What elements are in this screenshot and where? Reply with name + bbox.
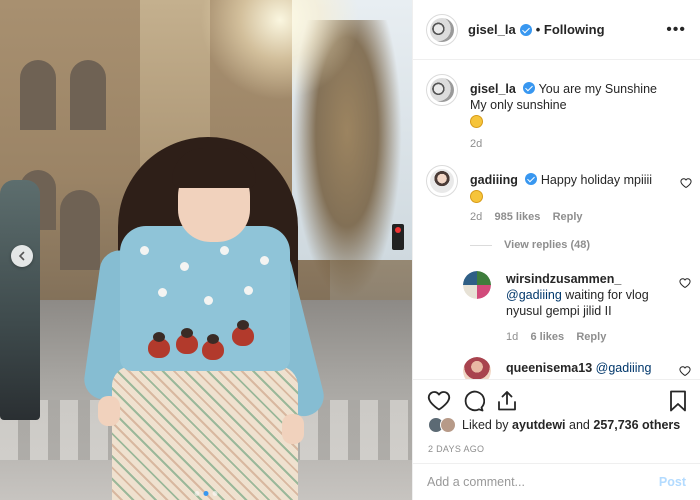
caption-time[interactable]: 2d (470, 138, 482, 150)
girl-bangs (172, 148, 256, 188)
photo-traffic-light (392, 224, 404, 250)
carousel-indicator (194, 491, 218, 496)
reply-meta: 1d 6 likes Reply (506, 331, 606, 343)
sun-emoji-icon (470, 115, 483, 128)
liked-by-prefix: Liked by (462, 418, 509, 432)
heart-icon[interactable] (679, 365, 691, 377)
replier-avatar[interactable] (463, 271, 491, 299)
smile-emoji-icon (470, 190, 483, 203)
comment-time[interactable]: 2d (470, 211, 482, 223)
verified-badge-icon (523, 82, 536, 94)
comment-meta: 2d 985 likes Reply (470, 211, 583, 223)
carousel-dot (194, 491, 200, 496)
mention-link[interactable]: @gadiiing (506, 288, 562, 302)
comments-list[interactable]: gisel_la You are my Sunshine My only sun… (413, 61, 700, 379)
replier-username[interactable]: queenisema13 (506, 361, 592, 375)
carousel-prev-button[interactable] (11, 245, 33, 267)
girl-right-hand (282, 414, 304, 444)
carousel-dot (212, 491, 218, 496)
chevron-left-icon (18, 251, 25, 261)
caption-username[interactable]: gisel_la (470, 82, 516, 96)
caption-line2: My only sunshine (470, 98, 567, 112)
reply-button[interactable]: Reply (553, 211, 583, 223)
author-username[interactable]: gisel_la (468, 22, 516, 37)
replier-avatar[interactable] (463, 357, 491, 379)
bookmark-icon[interactable] (666, 389, 690, 413)
girl-sweater (120, 226, 290, 371)
post-photo[interactable] (0, 0, 412, 500)
follow-label: Following (543, 22, 605, 37)
photo-bystander (0, 180, 40, 420)
view-replies-button[interactable]: View replies (48) (470, 239, 590, 251)
liked-by-user[interactable]: ayutdewi (512, 418, 566, 432)
post-sidebar: gisel_la • Following ••• gisel_la You ar… (412, 0, 700, 500)
comment-text: Happy holiday mpiiii (540, 173, 653, 187)
commenter-avatar[interactable] (426, 165, 458, 197)
liked-by-middle: and (569, 418, 590, 432)
heart-icon[interactable] (680, 177, 692, 189)
comment-likes[interactable]: 985 likes (494, 211, 540, 223)
post-header: gisel_la • Following ••• (413, 0, 700, 60)
reply-likes[interactable]: 6 likes (530, 331, 564, 343)
commenter-username[interactable]: gadiiing (470, 173, 518, 187)
add-comment-bar: Post (413, 463, 700, 500)
view-replies-label: View replies (48) (504, 239, 591, 251)
liker-avatar[interactable] (440, 417, 456, 433)
girl-left-hand (98, 396, 120, 426)
author-avatar[interactable] (426, 13, 458, 46)
share-icon[interactable] (495, 389, 519, 413)
verified-badge-icon (519, 23, 532, 36)
comment-icon[interactable] (461, 389, 485, 413)
girl-pants (112, 366, 298, 500)
verified-badge-icon (525, 173, 538, 185)
heart-icon[interactable] (427, 389, 451, 413)
more-options-button[interactable]: ••• (666, 21, 686, 39)
caption-avatar[interactable] (426, 74, 458, 106)
heart-icon[interactable] (679, 277, 691, 289)
replier-username[interactable]: wirsindzusammen_ (506, 272, 621, 286)
comment-input[interactable] (427, 475, 659, 489)
mention-link[interactable]: @gadiiing (596, 361, 652, 375)
post-comment-button[interactable]: Post (659, 475, 686, 489)
reply-button[interactable]: Reply (576, 331, 606, 343)
carousel-dot-active (203, 491, 209, 496)
post-date[interactable]: 2 DAYS AGO (428, 444, 484, 454)
follow-status[interactable]: • Following (536, 22, 605, 37)
reply-time[interactable]: 1d (506, 331, 518, 343)
likes-summary: Liked by ayutdewi and 257,736 others (428, 417, 680, 433)
caption-line1: You are my Sunshine (538, 82, 657, 96)
likes-count[interactable]: 257,736 others (593, 418, 680, 432)
